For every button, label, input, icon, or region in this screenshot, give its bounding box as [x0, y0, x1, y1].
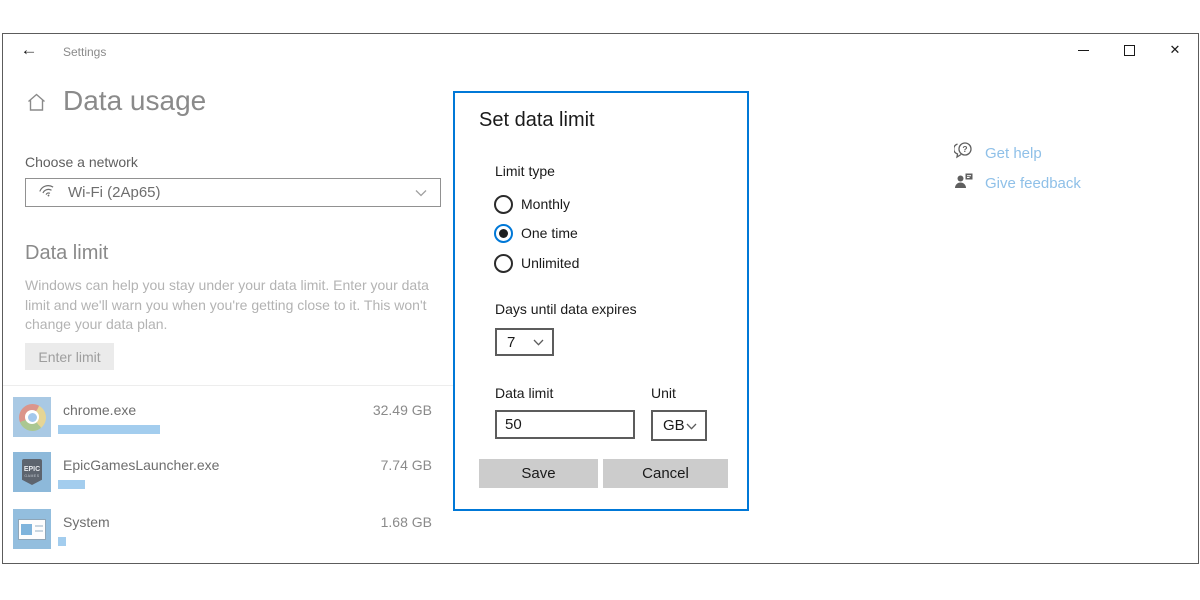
- chrome-icon: [13, 397, 51, 437]
- radio-circle: [494, 195, 513, 214]
- close-button[interactable]: ✕: [1152, 34, 1198, 66]
- list-divider: [3, 385, 453, 386]
- app-usage: 32.49 GB: [373, 402, 432, 418]
- days-value: 7: [507, 334, 515, 351]
- page-heading: Data usage: [63, 85, 206, 117]
- radio-option-one-time[interactable]: One time: [494, 223, 654, 243]
- radio-label: Unlimited: [521, 255, 579, 271]
- radio-circle-selected: [494, 224, 513, 243]
- unit-value: GB: [663, 417, 685, 434]
- app-row-chrome: chrome.exe 32.49 GB: [3, 397, 453, 447]
- close-icon: ✕: [1170, 42, 1181, 58]
- network-select[interactable]: Wi-Fi (2Ap65): [25, 178, 441, 207]
- usage-bar: [58, 425, 160, 434]
- settings-window: ← Settings ✕ Data usage Choose a network…: [2, 33, 1199, 564]
- give-feedback-link[interactable]: Give feedback: [954, 172, 1081, 194]
- minimize-icon: [1078, 50, 1089, 51]
- enter-limit-button[interactable]: Enter limit: [25, 343, 114, 370]
- set-data-limit-dialog: Set data limit Limit type Monthly One ti…: [453, 91, 749, 511]
- data-limit-description: Windows can help you stay under your dat…: [25, 276, 439, 335]
- epic-games-icon: EPIC GAMES: [13, 452, 51, 492]
- radio-option-monthly[interactable]: Monthly: [494, 194, 654, 214]
- give-feedback-label: Give feedback: [985, 175, 1081, 192]
- limit-type-label: Limit type: [495, 163, 555, 179]
- chevron-down-icon: [686, 417, 697, 435]
- app-name: chrome.exe: [63, 402, 136, 418]
- app-name: EpicGamesLauncher.exe: [63, 457, 219, 473]
- unit-select[interactable]: GB: [651, 410, 707, 441]
- chevron-down-icon: [533, 333, 544, 351]
- minimize-button[interactable]: [1060, 34, 1106, 66]
- days-expire-label: Days until data expires: [495, 301, 637, 317]
- back-button[interactable]: ←: [15, 38, 43, 62]
- maximize-icon: [1124, 45, 1135, 56]
- dialog-title: Set data limit: [479, 109, 595, 132]
- app-usage: 7.74 GB: [381, 457, 432, 473]
- window-controls: ✕: [1060, 34, 1198, 66]
- radio-label: Monthly: [521, 196, 570, 212]
- app-row-system: System 1.68 GB: [3, 509, 453, 559]
- usage-bar: [58, 537, 66, 546]
- chevron-down-icon: [415, 184, 427, 202]
- app-name: System: [63, 514, 110, 530]
- maximize-button[interactable]: [1106, 34, 1152, 66]
- network-value: Wi-Fi (2Ap65): [68, 184, 161, 201]
- unit-label: Unit: [651, 385, 676, 401]
- home-icon: [26, 92, 47, 118]
- data-limit-heading: Data limit: [25, 242, 108, 265]
- wifi-icon: [39, 183, 57, 202]
- feedback-person-icon: [954, 172, 973, 194]
- radio-label: One time: [521, 225, 578, 241]
- network-label: Choose a network: [25, 154, 138, 170]
- svg-text:?: ?: [962, 144, 967, 154]
- data-limit-input[interactable]: [495, 410, 635, 439]
- help-bubble-icon: ?: [954, 142, 973, 164]
- radio-circle: [494, 254, 513, 273]
- radio-option-unlimited[interactable]: Unlimited: [494, 253, 654, 273]
- system-icon: [13, 509, 51, 549]
- days-select[interactable]: 7: [495, 328, 554, 356]
- usage-bar: [58, 480, 85, 489]
- window-title: Settings: [63, 45, 106, 59]
- get-help-link[interactable]: ? Get help: [954, 142, 1042, 164]
- cancel-button[interactable]: Cancel: [603, 459, 728, 488]
- data-limit-label: Data limit: [495, 385, 553, 401]
- get-help-label: Get help: [985, 145, 1042, 162]
- save-button[interactable]: Save: [479, 459, 598, 488]
- app-usage: 1.68 GB: [381, 514, 432, 530]
- app-row-epic: EPIC GAMES EpicGamesLauncher.exe 7.74 GB: [3, 452, 453, 502]
